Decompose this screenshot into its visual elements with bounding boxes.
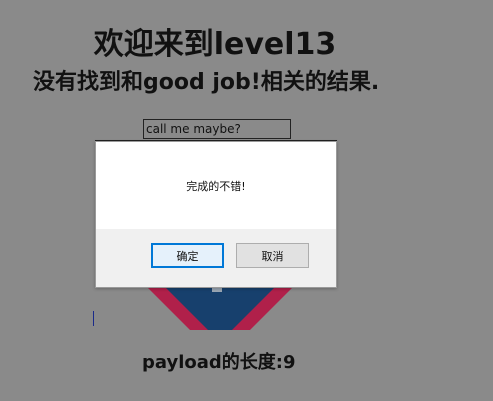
dialog-message: 完成的不错! bbox=[186, 180, 246, 193]
cancel-button[interactable]: 取消 bbox=[236, 243, 309, 268]
dialog-body: 完成的不错! bbox=[96, 142, 336, 229]
search-input[interactable] bbox=[143, 119, 291, 139]
ok-button[interactable]: 确定 bbox=[151, 243, 224, 268]
payload-length-label: payload的长度:9 bbox=[142, 352, 296, 373]
alert-dialog: 完成的不错! 确定 取消 bbox=[95, 141, 337, 288]
page-title: 欢迎来到level13 bbox=[93, 27, 337, 63]
search-result-message: 没有找到和good job!相关的结果. bbox=[33, 70, 380, 95]
text-cursor bbox=[93, 311, 94, 326]
